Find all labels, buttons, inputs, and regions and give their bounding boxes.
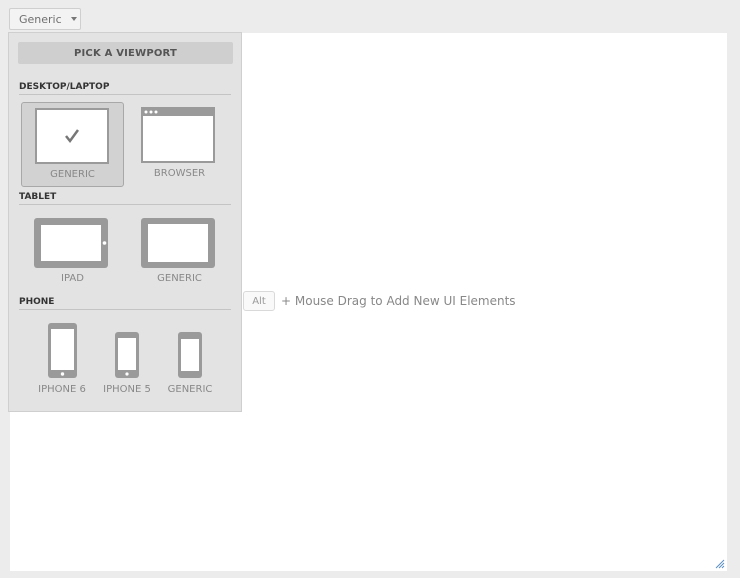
device-iphone-6[interactable]: IPHONE 6 (31, 320, 93, 400)
phone-generic-icon (178, 332, 202, 378)
iphone-5-icon (115, 332, 139, 378)
device-phone-generic[interactable]: GENERIC (159, 320, 221, 400)
device-label: IPHONE 6 (38, 384, 86, 395)
browser-icon (141, 107, 215, 163)
section-title-tablet: TABLET (19, 192, 231, 205)
iphone-6-icon (48, 323, 77, 378)
device-browser[interactable]: BROWSER (128, 102, 231, 187)
viewport-dropdown-label: Generic (19, 12, 62, 26)
device-tablet-generic[interactable]: GENERIC (128, 211, 231, 291)
device-label: GENERIC (157, 273, 202, 284)
add-elements-hint: Alt + Mouse Drag to Add New UI Elements (243, 291, 516, 311)
device-label: GENERIC (167, 384, 213, 395)
pick-a-viewport-button[interactable]: PICK A VIEWPORT (18, 42, 233, 64)
resize-grip-icon[interactable] (715, 559, 725, 569)
device-iphone-5[interactable]: IPHONE 5 (96, 320, 158, 400)
hint-text: + Mouse Drag to Add New UI Elements (281, 294, 516, 308)
device-label: BROWSER (153, 168, 206, 179)
alt-key-badge: Alt (243, 291, 275, 311)
viewport-dropdown-button[interactable]: Generic (9, 8, 81, 30)
chevron-down-icon (70, 17, 77, 21)
device-desktop-generic[interactable]: GENERIC (21, 102, 124, 187)
viewport-picker-panel: PICK A VIEWPORT DESKTOP/LAPTOP GENERIC B… (8, 32, 242, 412)
device-label: GENERIC (50, 169, 95, 180)
device-label: IPHONE 5 (103, 384, 151, 395)
device-label: IPAD (61, 273, 84, 284)
device-ipad[interactable]: IPAD (21, 211, 124, 291)
section-title-phone: PHONE (19, 297, 231, 310)
ipad-icon (34, 218, 108, 268)
tablet-generic-icon (141, 218, 215, 268)
section-title-desktop: DESKTOP/LAPTOP (19, 82, 231, 95)
desktop-generic-icon (35, 108, 109, 164)
